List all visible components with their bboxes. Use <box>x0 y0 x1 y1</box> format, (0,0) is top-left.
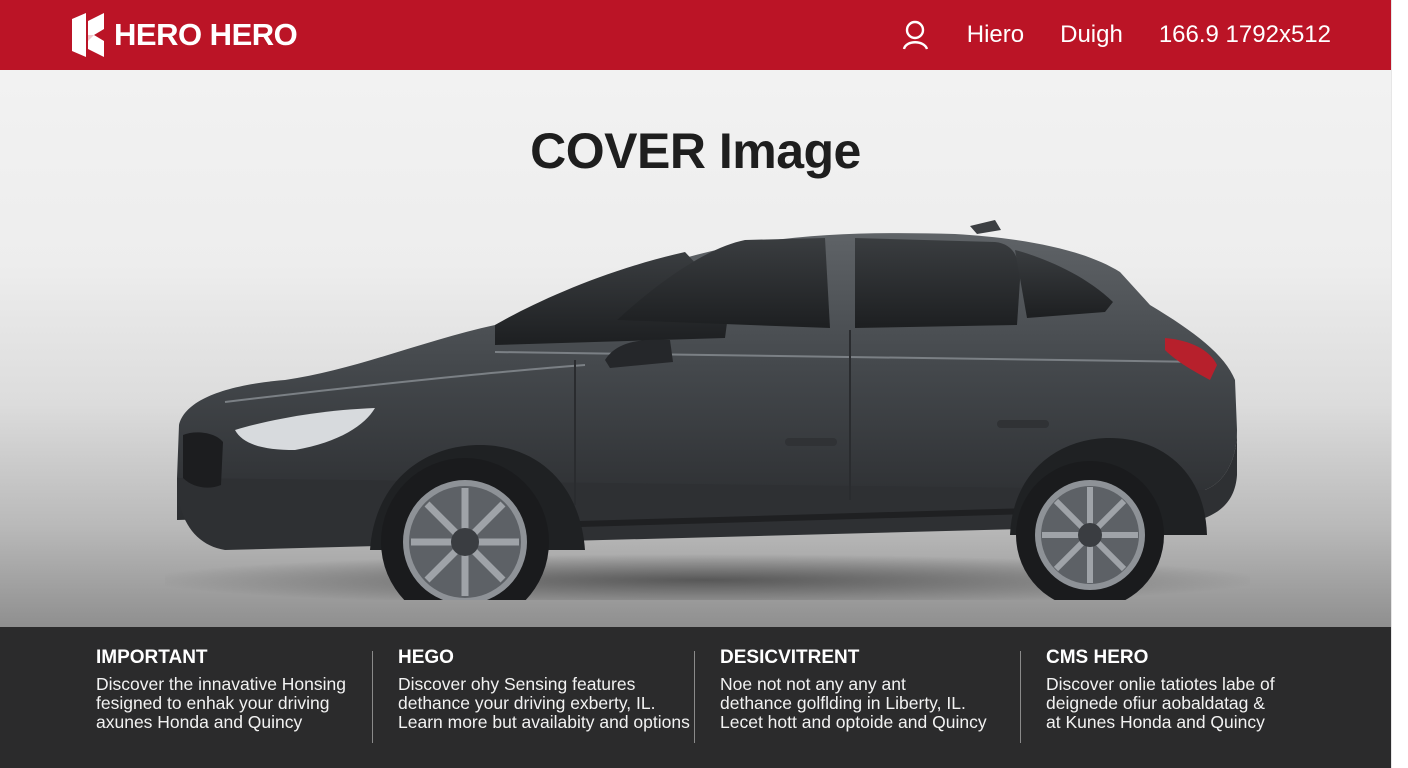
feature-text: axunes Honda and Quincy <box>96 712 303 732</box>
brand[interactable]: HERO HERO <box>70 11 298 59</box>
brand-logo-icon <box>72 13 104 57</box>
feature-text: dethance your driving exberty, IL. <box>398 693 656 713</box>
feature-title: DESICVITRENT <box>720 647 860 668</box>
page-scrollbar[interactable] <box>1391 0 1408 768</box>
feature-strip: IMPORTANT Discover the innavative Honsin… <box>0 627 1391 768</box>
header-meta: 166.9 1792x512 <box>1158 21 1331 48</box>
feature-text: deignede ofiur aobaldatag & <box>1046 693 1265 713</box>
feature-text: Discover ohy Sensing features <box>398 674 636 694</box>
hero-title: COVER Image <box>530 123 861 179</box>
feature-card: HEGO Discover ohy Sensing features detha… <box>372 647 690 768</box>
hero-car-image <box>165 220 1250 600</box>
nav-link-duigh[interactable]: Duigh <box>1060 21 1123 49</box>
feature-text: dethance golflding in Liberty, IL. <box>720 693 966 713</box>
feature-text: Learn more but availabity and options <box>398 712 690 732</box>
feature-title: HEGO <box>398 647 454 668</box>
feature-text: Noe not not any any ant <box>720 674 906 694</box>
feature-text: Discover the innavative Honsing <box>96 674 346 694</box>
search-icon[interactable] <box>901 20 931 50</box>
feature-text: at Kunes Honda and Quincy <box>1046 712 1265 732</box>
feature-text: fesigned to enhak your driving <box>96 693 330 713</box>
feature-title: CMS HERO <box>1046 647 1149 668</box>
brand-name: HERO HERO <box>114 17 298 52</box>
main-nav: Hiero Duigh 166.9 1792x512 <box>901 20 1331 50</box>
feature-text: Discover onlie tatiotes labe of <box>1046 674 1275 694</box>
feature-card: CMS HERO Discover onlie tatiotes labe of… <box>1020 647 1346 768</box>
feature-title: IMPORTANT <box>96 647 208 668</box>
feature-card: DESICVITRENT Noe not not any any ant det… <box>694 647 994 768</box>
feature-card: IMPORTANT Discover the innavative Honsin… <box>96 647 346 768</box>
hero-section: COVER Image <box>0 70 1391 627</box>
feature-text: Lecet hott and optoide and Quincy <box>720 712 987 732</box>
top-header: HERO HERO Hiero Duigh 166.9 1792x512 <box>0 0 1391 70</box>
nav-link-hiero[interactable]: Hiero <box>967 21 1024 49</box>
